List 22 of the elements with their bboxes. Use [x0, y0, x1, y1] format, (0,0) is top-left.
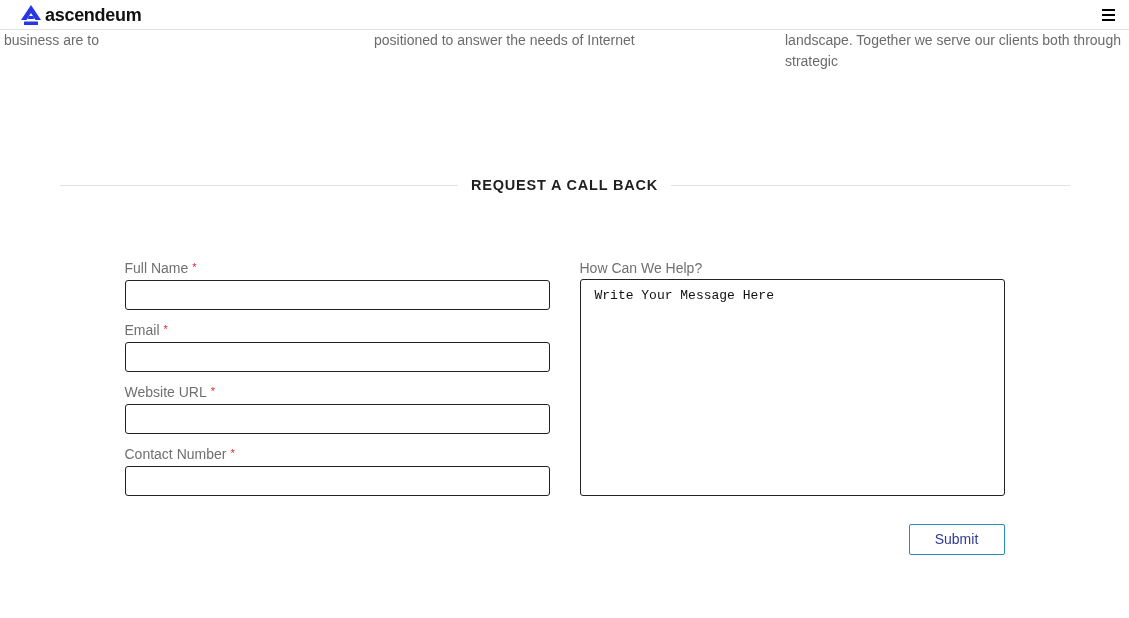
message-field[interactable]: Write Your Message Here — [579, 279, 1005, 496]
field-label: Website URL — [124, 383, 207, 402]
logo-icon — [20, 4, 42, 25]
input-field[interactable] — [124, 280, 550, 310]
menu-icon[interactable] — [1102, 8, 1115, 21]
field-label: Full Name — [124, 259, 189, 278]
input-field[interactable] — [124, 342, 550, 372]
input-field[interactable] — [124, 466, 550, 496]
intro-text: business are to — [4, 31, 99, 50]
required-mark: * — [230, 446, 235, 461]
required-mark: * — [210, 384, 215, 399]
field-label: Contact Number — [124, 445, 227, 464]
required-mark: * — [192, 260, 197, 275]
section-title: REQUEST A CALL BACK — [470, 176, 659, 195]
required-mark: * — [163, 322, 168, 337]
field-label: How Can We Help? — [579, 259, 703, 278]
input-field[interactable] — [124, 404, 550, 434]
logo-text[interactable]: ascendeum — [45, 3, 142, 26]
intro-text: positioned to answer the needs of Internet — [374, 31, 635, 50]
intro-text: landscape. Together we serve our clients both through strategic — [785, 31, 1121, 71]
submit-button[interactable]: Submit — [908, 524, 1005, 555]
field-label: Email — [124, 321, 160, 340]
